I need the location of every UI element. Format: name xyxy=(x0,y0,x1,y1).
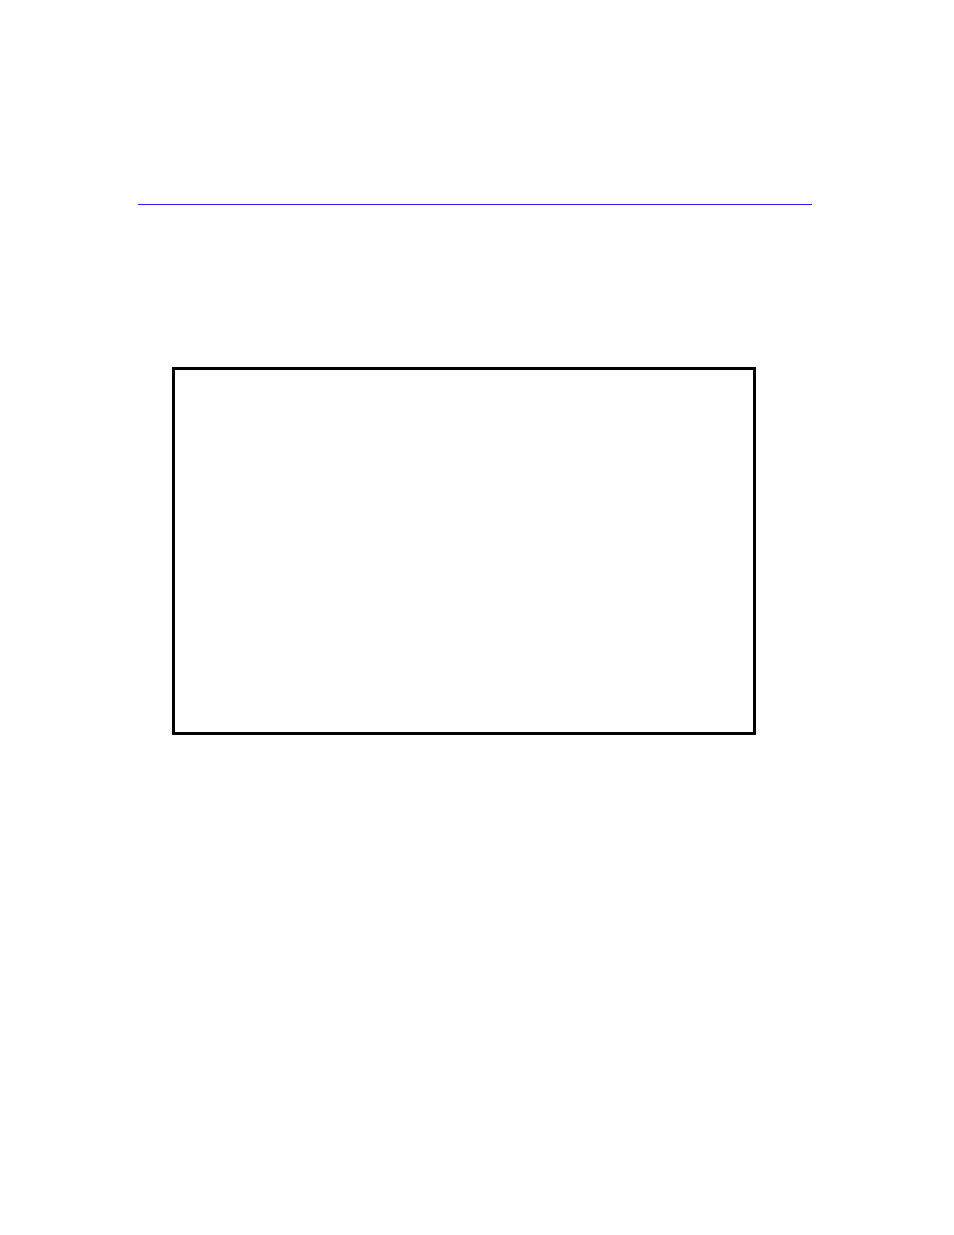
content-frame xyxy=(172,367,756,735)
horizontal-divider xyxy=(138,204,812,205)
